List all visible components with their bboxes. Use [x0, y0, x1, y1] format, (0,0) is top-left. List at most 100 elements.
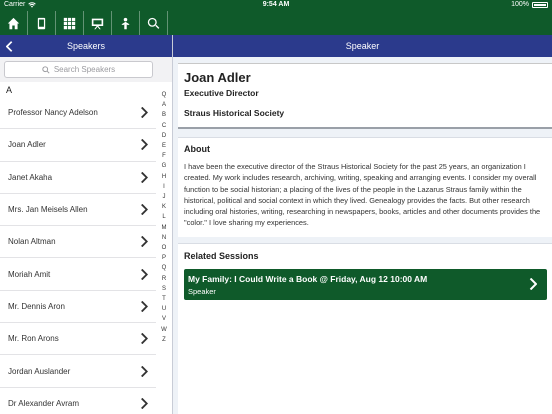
- chevron-right-icon: [141, 300, 148, 312]
- about-text: I have been the executive director of th…: [184, 162, 541, 228]
- index-letter[interactable]: B: [158, 110, 170, 120]
- index-letter[interactable]: R: [158, 274, 170, 284]
- index-letter[interactable]: M: [158, 223, 170, 233]
- speaker-detail-pane: Joan Adler Executive Director Straus His…: [173, 57, 552, 414]
- search-button[interactable]: [140, 11, 168, 35]
- nav-title-speaker: Speaker: [345, 41, 380, 51]
- presentation-button[interactable]: [84, 11, 112, 35]
- speaker-list: Professor Nancy Adelson Joan Adler Janet A…: [0, 97, 156, 414]
- speaker-row-name: Nolan Altman: [8, 237, 56, 247]
- speaker-row-name: Moriah Amit: [8, 269, 51, 279]
- index-letter[interactable]: J: [158, 192, 170, 202]
- speaker-row[interactable]: Mr. Dennis Aron: [0, 291, 156, 324]
- chevron-right-icon: [141, 397, 148, 409]
- index-letter[interactable]: D: [158, 131, 170, 141]
- speaker-row-name: Mr. Ron Arons: [8, 334, 59, 344]
- speaker-row-name: Mrs. Jan Meisels Allen: [8, 205, 88, 215]
- speaker-row[interactable]: Professor Nancy Adelson: [0, 97, 156, 130]
- index-letter[interactable]: V: [158, 314, 170, 324]
- battery-icon: [532, 1, 548, 8]
- search-icon: [147, 17, 160, 29]
- home-icon: [7, 17, 20, 29]
- speaker-row[interactable]: Jordan Auslander: [0, 355, 156, 388]
- status-bar: Carrier 9:54 AM 100%: [0, 0, 552, 11]
- speakers-list-pane: Search Speakers A Professor Nancy Adelso…: [0, 57, 172, 414]
- phone-icon: [37, 17, 46, 29]
- index-letter[interactable]: O: [158, 243, 170, 253]
- speaker-nav-bar: Speaker: [173, 35, 552, 57]
- speaker-title: Executive Director: [184, 88, 259, 98]
- chevron-left-icon: [6, 40, 13, 52]
- status-time: 9:54 AM: [262, 1, 290, 8]
- chevron-right-icon: [141, 236, 148, 248]
- speaker-organization: Straus Historical Society: [184, 108, 285, 118]
- speaker-row[interactable]: Mrs. Jan Meisels Allen: [0, 194, 156, 227]
- back-button[interactable]: [6, 39, 18, 53]
- index-letter[interactable]: K: [158, 202, 170, 212]
- about-heading: About: [184, 144, 210, 154]
- chevron-right-icon: [529, 278, 537, 290]
- index-letter[interactable]: Q: [158, 90, 170, 100]
- index-letter[interactable]: W: [158, 325, 170, 335]
- search-bar: Search Speakers: [0, 57, 172, 82]
- index-letter[interactable]: H: [158, 172, 170, 182]
- person-button[interactable]: [112, 11, 140, 35]
- index-letter[interactable]: U: [158, 304, 170, 314]
- session-button[interactable]: My Family: I Could Write a Book @ Friday…: [184, 269, 547, 300]
- index-letter[interactable]: S: [158, 284, 170, 294]
- session-title: My Family: I Could Write a Book @ Friday…: [188, 274, 428, 284]
- search-input[interactable]: Search Speakers: [4, 61, 153, 78]
- speaker-row[interactable]: Mr. Ron Arons: [0, 323, 156, 356]
- top-toolbar: [0, 11, 552, 35]
- related-sessions-heading: Related Sessions: [184, 251, 259, 261]
- speaker-row[interactable]: Nolan Altman: [0, 226, 156, 259]
- presentation-icon: [91, 18, 104, 29]
- nav-title-speakers: Speakers: [66, 41, 106, 51]
- index-letter[interactable]: Z: [158, 335, 170, 345]
- phone-button[interactable]: [28, 11, 56, 35]
- speaker-card: Joan Adler Executive Director Straus His…: [178, 63, 552, 129]
- speaker-row[interactable]: Janet Akaha: [0, 162, 156, 194]
- speaker-row[interactable]: Joan Adler: [0, 129, 156, 162]
- about-section: About I have been the executive director…: [178, 137, 552, 237]
- speaker-row[interactable]: Dr Alexander Avram: [0, 388, 156, 414]
- magnifier-icon: [42, 65, 50, 74]
- chevron-right-icon: [141, 139, 148, 151]
- index-letter[interactable]: Q: [158, 263, 170, 273]
- index-letter[interactable]: I: [158, 182, 170, 192]
- index-letter[interactable]: P: [158, 253, 170, 263]
- chevron-right-icon: [141, 107, 148, 119]
- alphabet-index[interactable]: QABCDEFGHIJKLMNOPQRSTUVWZ: [158, 90, 170, 345]
- speaker-row-name: Dr Alexander Avram: [8, 398, 79, 408]
- index-letter[interactable]: N: [158, 233, 170, 243]
- home-button[interactable]: [0, 11, 28, 35]
- chevron-right-icon: [141, 333, 148, 345]
- index-letter[interactable]: F: [158, 151, 170, 161]
- speaker-row-name: Janet Akaha: [8, 172, 53, 182]
- chevron-right-icon: [141, 268, 148, 280]
- index-letter[interactable]: C: [158, 121, 170, 131]
- index-letter[interactable]: L: [158, 212, 170, 222]
- chevron-right-icon: [141, 171, 148, 183]
- speaker-name: Joan Adler: [184, 70, 251, 85]
- grid-button[interactable]: [56, 11, 84, 35]
- index-letter[interactable]: E: [158, 141, 170, 151]
- chevron-right-icon: [141, 365, 148, 377]
- chevron-right-icon: [141, 204, 148, 216]
- speaker-row-name: Professor Nancy Adelson: [8, 108, 98, 118]
- grid-icon: [63, 17, 76, 29]
- session-subtitle: Speaker: [188, 287, 216, 296]
- person-icon: [121, 17, 130, 29]
- battery-percent: 100%: [511, 1, 529, 8]
- related-sessions-section: Related Sessions My Family: I Could Writ…: [178, 243, 552, 414]
- status-right: 100%: [511, 1, 548, 8]
- speaker-row-name: Mr. Dennis Aron: [8, 301, 65, 311]
- search-placeholder: Search Speakers: [53, 65, 116, 74]
- speaker-row-name: Joan Adler: [8, 140, 46, 150]
- index-letter[interactable]: A: [158, 100, 170, 110]
- speakers-nav-bar: Speakers: [0, 35, 172, 57]
- speaker-row-name: Jordan Auslander: [8, 366, 71, 376]
- index-letter[interactable]: G: [158, 161, 170, 171]
- index-letter[interactable]: T: [158, 294, 170, 304]
- speaker-row[interactable]: Moriah Amit: [0, 258, 156, 291]
